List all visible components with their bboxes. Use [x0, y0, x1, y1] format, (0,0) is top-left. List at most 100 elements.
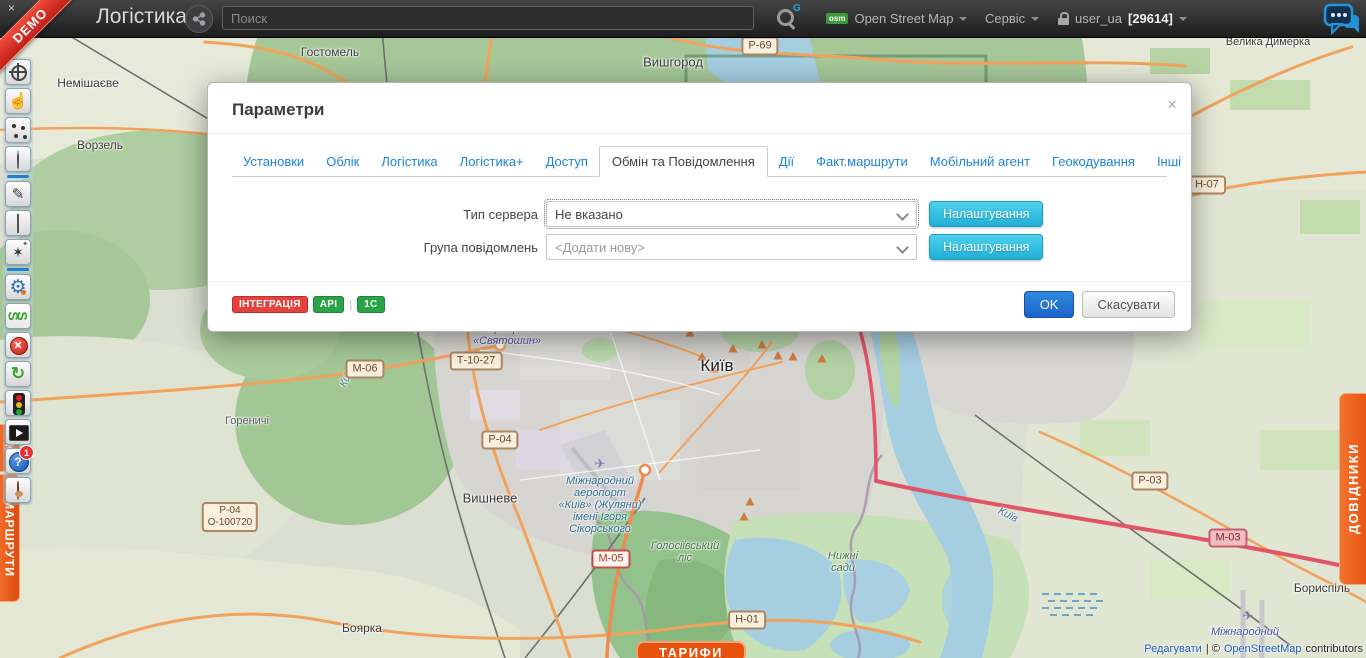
user-name: user_ua — [1075, 11, 1122, 26]
road-badge: Н-07 — [1188, 176, 1226, 195]
misc-tool-button[interactable] — [5, 477, 31, 503]
chevron-down-icon — [959, 17, 967, 21]
toolbar-divider — [7, 175, 29, 178]
share-icon — [192, 12, 206, 26]
service-menu[interactable]: Сервіс — [985, 0, 1039, 37]
osm-badge: osm — [826, 13, 848, 24]
map-place-label: Гореничі — [225, 415, 269, 427]
tariffs-tab[interactable]: ТАРИФИ — [636, 641, 746, 658]
dialog-close-icon[interactable]: × — [1167, 95, 1177, 115]
tab-mobilnyi-ahent[interactable]: Мобільний агент — [919, 147, 1041, 176]
hand-pointer-icon — [8, 91, 28, 111]
dialog-body: Тип сервера Не вказано Налаштування Груп… — [208, 177, 1191, 281]
svg-text:✈: ✈ — [595, 456, 606, 471]
locate-tool-button[interactable] — [5, 59, 31, 85]
api-badge[interactable]: API — [313, 296, 345, 313]
server-type-label: Тип сервера — [232, 207, 538, 222]
pan-tool-button[interactable] — [5, 88, 31, 114]
map-area-label: Нижні сади — [828, 550, 858, 574]
server-settings-button[interactable]: Налаштування — [929, 201, 1043, 227]
road-badge: Н-01 — [728, 611, 766, 630]
crosshair-icon — [6, 60, 30, 84]
integration-badge[interactable]: ІНТЕГРАЦІЯ — [232, 296, 308, 313]
dialog-header: Параметри × — [208, 83, 1191, 134]
tab-fakt-marshruty[interactable]: Факт.маршрути — [805, 147, 919, 176]
geo-search-button[interactable]: G — [775, 6, 801, 32]
tab-heokoduvannia[interactable]: Геокодування — [1041, 147, 1146, 176]
magic-tool-button[interactable] — [5, 239, 31, 265]
server-type-value: Не вказано — [555, 207, 623, 222]
chat-icon — [1323, 3, 1361, 37]
top-bar: × DEMO Логістика G osm Open Street Map С… — [0, 0, 1366, 38]
edit-map-link[interactable]: Редагувати — [1144, 643, 1202, 655]
osm-copyright-link[interactable]: OpenStreetMap — [1224, 643, 1302, 655]
tab-logistyka[interactable]: Логістика — [370, 147, 448, 176]
tab-dostup[interactable]: Доступ — [535, 147, 599, 176]
road-badge: Р-69 — [741, 37, 778, 56]
delete-icon — [6, 333, 30, 357]
map-place-label: Ворзель — [77, 138, 123, 152]
delete-tool-button[interactable] — [5, 332, 31, 358]
map-place-label: Вишгород — [643, 55, 703, 70]
message-group-select[interactable]: <Додати нову> — [546, 234, 917, 260]
server-type-select[interactable]: Не вказано — [546, 201, 917, 227]
tab-logistyka-plus[interactable]: Логістика+ — [449, 147, 535, 176]
magic-wand-icon — [6, 240, 30, 264]
search-input[interactable] — [222, 6, 754, 30]
playback-icon — [6, 420, 30, 444]
draw-tool-button[interactable] — [5, 181, 31, 207]
message-group-settings-button[interactable]: Налаштування — [929, 234, 1043, 260]
share-button[interactable] — [185, 5, 213, 33]
right-panel-tab-dovidnyky[interactable]: ДОВІДНИКИ — [1339, 393, 1366, 585]
route-tool-button[interactable]: S — [5, 303, 31, 329]
settings-tool-button[interactable] — [5, 274, 31, 300]
service-menu-label: Сервіс — [985, 11, 1025, 26]
map-airport-label: Міжнародний аеропорт «Київ» (Жуляни) іме… — [559, 475, 642, 535]
one-c-badge[interactable]: 1C — [357, 296, 384, 313]
polygon-tool-button[interactable] — [5, 146, 31, 172]
tab-obmin-povidomlennia[interactable]: Обмін та Повідомлення — [599, 146, 768, 177]
dialog-tabs: Установки Облік Логістика Логістика+ Дос… — [232, 146, 1167, 177]
notification-badge: 1 — [19, 445, 34, 460]
parameters-dialog: Параметри × Установки Облік Логістика Ло… — [207, 82, 1192, 332]
user-id: [29614] — [1128, 11, 1173, 26]
refresh-tool-button[interactable] — [5, 361, 31, 387]
ok-button[interactable]: OK — [1024, 291, 1075, 318]
tab-inshi[interactable]: Інші — [1146, 147, 1192, 176]
measure-tool-button[interactable] — [5, 210, 31, 236]
map-attribution: Редагувати | © OpenStreetMap contributor… — [1144, 643, 1363, 655]
window-close-icon[interactable]: × — [8, 1, 15, 15]
toolbar-divider — [7, 268, 29, 271]
brush-icon — [12, 185, 25, 203]
points-tool-button[interactable] — [5, 117, 31, 143]
dialog-title: Параметри — [232, 100, 324, 119]
lock-icon — [1058, 12, 1069, 25]
map-place-label: Боярка — [342, 621, 382, 635]
cancel-button[interactable]: Скасувати — [1082, 291, 1175, 318]
map-provider-menu[interactable]: osm Open Street Map — [826, 0, 967, 37]
chevron-down-icon — [1031, 17, 1039, 21]
tab-oblik[interactable]: Облік — [315, 147, 370, 176]
tab-dii[interactable]: Дії — [768, 147, 805, 176]
form-row: Група повідомлень <Додати нову> Налаштув… — [232, 234, 1167, 260]
map-place-label: Немішаєве — [57, 76, 119, 90]
traffic-tool-button[interactable] — [5, 390, 31, 416]
tab-ustanovky[interactable]: Установки — [232, 147, 315, 176]
gear-icon — [6, 275, 30, 299]
dialog-footer: ІНТЕГРАЦІЯ API | 1C OK Скасувати — [208, 281, 1191, 331]
chat-button[interactable] — [1323, 3, 1361, 42]
integration-badges: ІНТЕГРАЦІЯ API | 1C — [232, 296, 385, 313]
chevron-down-icon — [1179, 17, 1187, 21]
playback-tool-button[interactable] — [5, 419, 31, 445]
attribution-separator: | © — [1206, 643, 1220, 655]
user-menu[interactable]: user_ua [29614] — [1058, 0, 1187, 37]
help-tool-button[interactable]: 1 — [5, 448, 31, 474]
road-badge: Т-10-27 — [450, 352, 503, 371]
map-place-label: Міжнародний — [1211, 626, 1279, 638]
chevron-down-icon — [896, 241, 909, 254]
attribution-suffix: contributors — [1306, 643, 1363, 655]
map-toolbar: S 1 — [3, 57, 33, 505]
ruler-icon — [17, 215, 19, 232]
misc-tool-icon — [17, 482, 19, 499]
route-icon: S — [15, 311, 31, 320]
